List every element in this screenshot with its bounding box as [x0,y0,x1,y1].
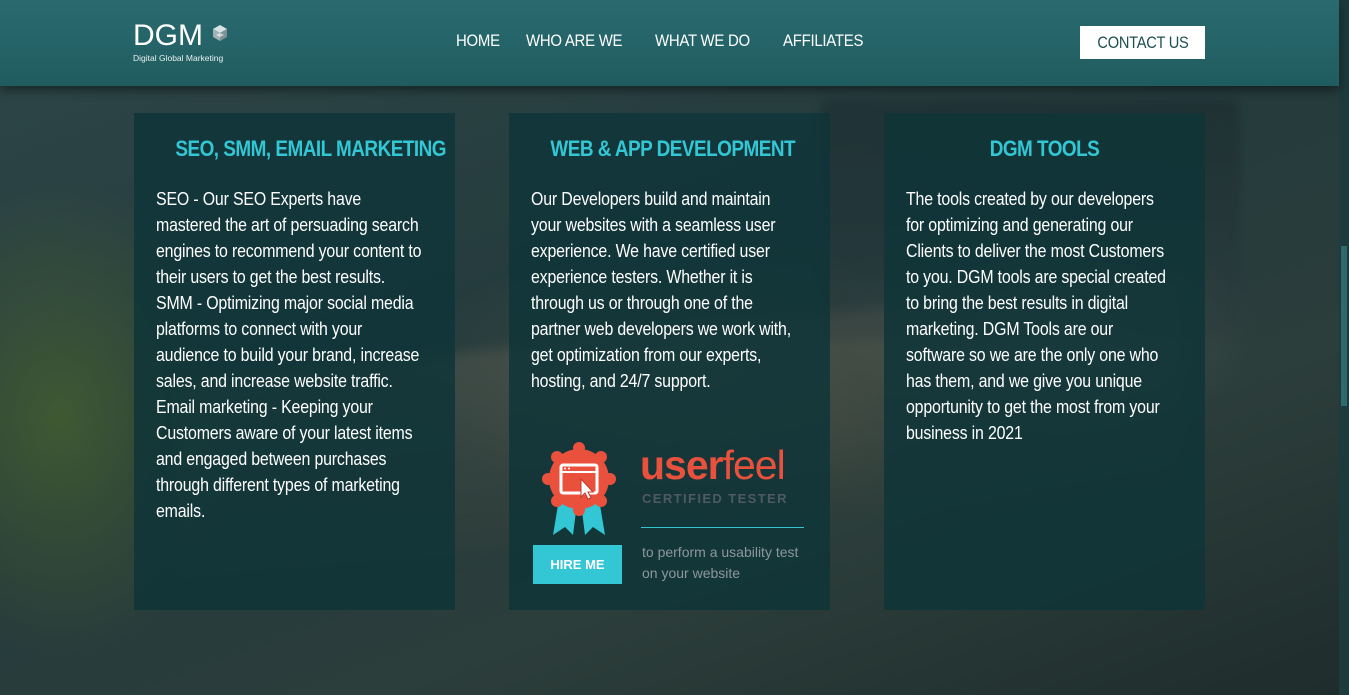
nav-item-affiliates[interactable]: AFFILIATES [783,31,863,51]
site-logo[interactable]: DGM Digital Global Marketing [133,20,253,64]
card-body: The tools created by our developers for … [906,186,1173,446]
card-title: SEO, SMM, EMAIL MARKETING [175,136,446,161]
card-title: WEB & APP DEVELOPMENT [550,136,796,161]
card-paragraph-tools: The tools created by our developers for … [906,188,1166,443]
badge-divider [641,527,804,528]
site-header: DGM Digital Global Marketing HOME WHO AR… [0,0,1339,86]
service-card-tools: DGM TOOLS The tools created by our devel… [884,113,1205,610]
hire-me-button[interactable]: HIRE ME [533,545,622,584]
scrollbar-thumb[interactable] [1341,246,1347,406]
userfeel-logo: userfeel [640,442,786,488]
nav-item-what-we-do[interactable]: WHAT WE DO [655,31,750,51]
contact-us-button[interactable]: CONTACT US [1080,26,1205,59]
card-paragraph-email: Email marketing - Keeping your Customers… [156,396,413,521]
card-body: Our Developers build and maintain your w… [531,186,798,394]
userfeel-logo-light: feel [722,442,786,488]
userfeel-logo-bold: user [640,442,724,488]
logo-name: DGM [133,19,203,52]
logo-tagline: Digital Global Marketing [133,53,224,63]
card-body: SEO - Our SEO Experts have mastered the … [156,186,423,524]
main-nav: HOME WHO ARE WE WHAT WE DO AFFILIATES [456,31,894,51]
globe-cubes-icon [213,25,227,41]
service-card-marketing: SEO, SMM, EMAIL MARKETING SEO - Our SEO … [134,113,455,610]
badge-note: to perform a usability test on your webs… [642,544,799,581]
card-paragraph-smm: SMM - Optimizing major social media plat… [156,292,420,391]
card-paragraph-development: Our Developers build and maintain your w… [531,188,791,391]
nav-item-who-are-we[interactable]: WHO ARE WE [526,31,623,51]
service-card-development: WEB & APP DEVELOPMENT Our Developers bui… [509,113,830,610]
page-scrollbar[interactable] [1339,0,1349,695]
certified-tester-label: CERTIFIED TESTER [642,491,788,506]
nav-item-home[interactable]: HOME [456,31,500,51]
certified-tester-badge-icon [542,442,616,535]
card-title: DGM TOOLS [989,136,1100,161]
card-paragraph-seo: SEO - Our SEO Experts have mastered the … [156,188,422,287]
userfeel-badge[interactable]: userfeel CERTIFIED TESTER HIRE ME to per… [533,438,812,588]
contact-us-label: CONTACT US [1096,32,1189,52]
